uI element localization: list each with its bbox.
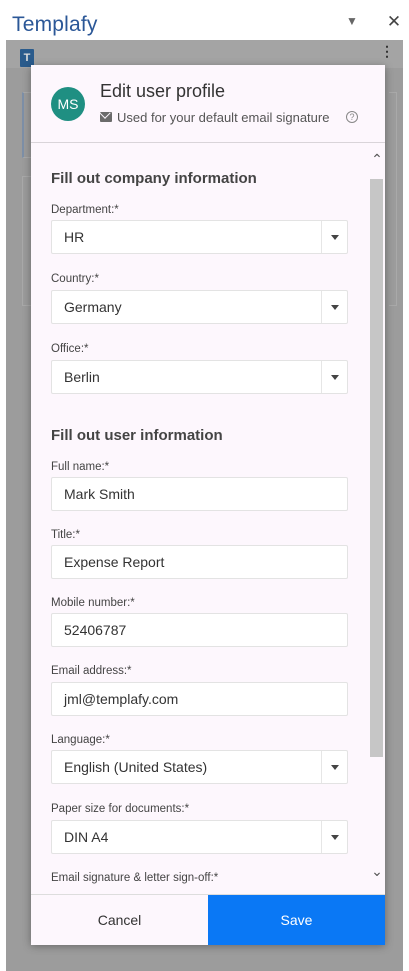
email-address-label: Email address:* xyxy=(51,665,132,677)
paper-size-label: Paper size for documents:* xyxy=(51,803,190,815)
country-value: Germany xyxy=(64,299,122,315)
language-select[interactable]: English (United States) xyxy=(51,750,348,784)
help-icon[interactable]: ? xyxy=(346,111,358,123)
department-label: Department:* xyxy=(51,204,119,216)
save-button[interactable]: Save xyxy=(208,895,385,945)
country-select[interactable]: Germany xyxy=(51,290,348,324)
avatar: MS xyxy=(51,87,85,121)
paper-size-value: DIN A4 xyxy=(64,829,109,845)
cancel-button[interactable]: Cancel xyxy=(31,895,208,945)
title-field[interactable]: Expense Report xyxy=(51,545,348,579)
signature-label: Email signature & letter sign-off:* xyxy=(51,872,219,884)
dialog-form-body: Fill out company information Department:… xyxy=(31,144,385,889)
office-value: Berlin xyxy=(64,369,100,385)
dropdown-arrow-icon[interactable] xyxy=(321,821,347,853)
background-card xyxy=(389,92,397,306)
country-label: Country:* xyxy=(51,273,99,285)
full-name-label: Full name:* xyxy=(51,461,110,473)
dropdown-arrow-icon[interactable] xyxy=(321,291,347,323)
envelope-icon xyxy=(100,112,112,122)
scrollbar-thumb[interactable] xyxy=(370,179,383,757)
pane-title: Templafy xyxy=(12,13,98,36)
close-icon[interactable]: ✕ xyxy=(384,12,404,32)
dialog-title: Edit user profile xyxy=(100,81,226,101)
mobile-number-label: Mobile number:* xyxy=(51,597,135,609)
scroll-up-icon[interactable]: ⌃ xyxy=(370,152,384,166)
department-value: HR xyxy=(64,229,85,245)
language-label: Language:* xyxy=(51,734,110,746)
scrollbar[interactable]: ⌃ ⌄ xyxy=(367,144,385,889)
edit-user-profile-dialog: MS Edit user profile Used for your defau… xyxy=(31,65,385,945)
dialog-subtitle: Used for your default email signature xyxy=(117,110,330,125)
full-name-field[interactable]: Mark Smith xyxy=(51,477,348,511)
chevron-down-icon[interactable]: ▼ xyxy=(344,13,360,29)
department-select[interactable]: HR xyxy=(51,220,348,254)
office-label: Office:* xyxy=(51,343,89,355)
dropdown-arrow-icon[interactable] xyxy=(321,361,347,393)
scroll-down-icon[interactable]: ⌄ xyxy=(370,864,384,878)
section-title-company: Fill out company information xyxy=(51,170,257,187)
dialog-footer: Cancel Save xyxy=(31,894,385,945)
mobile-number-field[interactable]: 52406787 xyxy=(51,613,348,647)
dialog-header: MS Edit user profile Used for your defau… xyxy=(31,65,385,143)
background-app-toolbar: T ⋮ xyxy=(6,40,403,68)
title-label: Title:* xyxy=(51,529,80,541)
dropdown-arrow-icon[interactable] xyxy=(321,221,347,253)
language-value: English (United States) xyxy=(64,759,208,775)
office-select[interactable]: Berlin xyxy=(51,360,348,394)
task-pane-header: Templafy ▼ ✕ xyxy=(0,0,409,40)
email-address-field[interactable]: jml@templafy.com xyxy=(51,682,348,716)
section-title-user: Fill out user information xyxy=(51,427,223,444)
dropdown-arrow-icon[interactable] xyxy=(321,751,347,783)
paper-size-select[interactable]: DIN A4 xyxy=(51,820,348,854)
